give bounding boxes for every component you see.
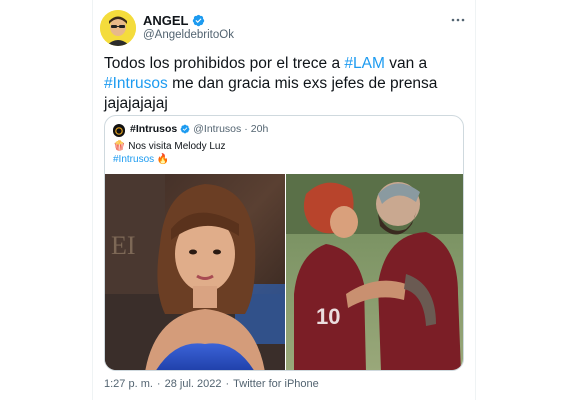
footer-separator: · [156,378,161,390]
svg-text:EI: EI [111,231,136,260]
tweet-footer: 1:27 p. m. · 28 jul. 2022 · Twitter for … [104,378,319,390]
popcorn-icon: 🍿 [113,141,126,152]
tweet-date[interactable]: 28 jul. 2022 [165,378,222,390]
tweet-time[interactable]: 1:27 p. m. [104,378,153,390]
quoted-avatar[interactable] [113,124,125,137]
quoted-avatar-logo [113,125,125,137]
verified-badge-icon [180,124,190,134]
hashtag-link[interactable]: #LAM [344,55,385,72]
more-dots-glyph [451,18,465,22]
footer-separator: · [225,378,230,390]
tweet-text-segment: Todos los prohibidos por el trece a [104,55,345,72]
quoted-photo-1[interactable]: EI [105,174,285,370]
svg-text:10: 10 [316,304,340,329]
quoted-line-1-text: Nos visita Melody Luz [128,141,226,152]
tweet-text-segment: van a [384,55,428,72]
quoted-handle[interactable]: @Intrusos [193,123,241,135]
photo-couple-kiss: 10 [286,174,463,370]
quoted-text: 🍿 Nos visita Melody Luz #Intrusos 🔥 [113,140,226,166]
tweet-source[interactable]: Twitter for iPhone [233,378,319,390]
quoted-line-1: 🍿 Nos visita Melody Luz [113,140,226,153]
photo-woman-portrait: EI [105,174,285,370]
tweet-text: Todos los prohibidos por el trece a #LAM… [104,54,464,114]
quoted-separator: · [244,123,248,135]
quoted-photo-2[interactable]: 10 [286,174,463,370]
author-handle[interactable]: @AngeldebritoOk [143,29,234,41]
author-name-row[interactable]: ANGEL [143,13,205,28]
quoted-header: #Intrusos @Intrusos · 20h [130,123,268,135]
quoted-tweet[interactable]: #Intrusos @Intrusos · 20h 🍿 Nos visita M… [104,115,464,371]
hashtag-link[interactable]: #Intrusos [113,154,154,165]
avatar-image [100,10,136,46]
quoted-name[interactable]: #Intrusos [130,123,177,135]
quoted-line-2: #Intrusos 🔥 [113,153,226,166]
hashtag-link[interactable]: #Intrusos [104,75,168,92]
fire-icon: 🔥 [156,154,170,165]
more-horizontal-icon[interactable] [451,13,465,30]
author-avatar[interactable] [100,10,136,46]
author-name[interactable]: ANGEL [143,13,189,28]
quoted-time[interactable]: 20h [251,123,269,135]
verified-badge-icon [192,14,204,27]
